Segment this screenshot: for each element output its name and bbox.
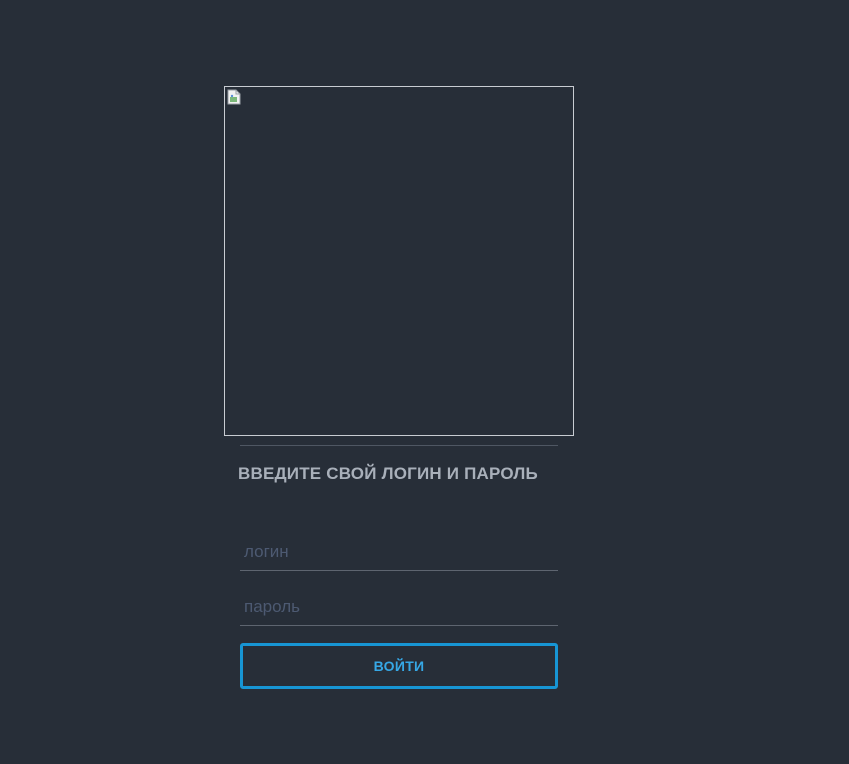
- divider: [240, 445, 558, 446]
- login-page: ВВЕДИТЕ СВОЙ ЛОГИН И ПАРОЛЬ ВОЙТИ: [0, 0, 849, 764]
- login-input[interactable]: [240, 533, 558, 571]
- logo-image: [224, 86, 574, 436]
- login-button[interactable]: ВОЙТИ: [240, 643, 558, 689]
- broken-image-icon: [227, 89, 241, 105]
- password-input[interactable]: [240, 588, 558, 626]
- form-heading: ВВЕДИТЕ СВОЙ ЛОГИН И ПАРОЛЬ: [238, 464, 538, 483]
